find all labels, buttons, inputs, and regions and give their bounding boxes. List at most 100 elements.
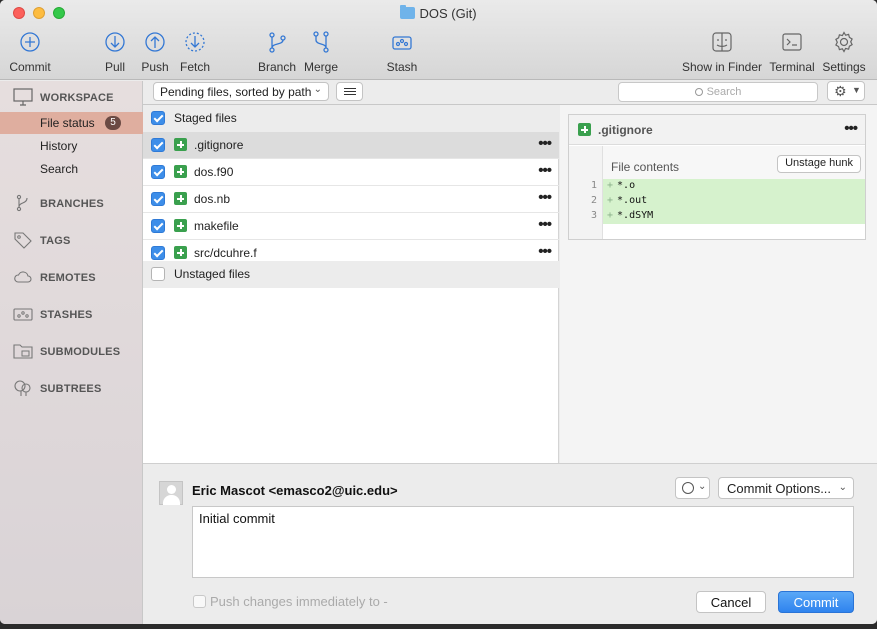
more-options-icon[interactable]: ••• [538,243,552,260]
list-view-button[interactable] [336,82,363,101]
added-file-icon [174,219,187,232]
pull-toolbar-label: Pull [104,60,125,74]
finder-icon [710,30,734,54]
sidebar-tags-label: TAGS [40,235,71,247]
file-list: Staged files .gitignore ••• dos.f90 ••• … [143,105,559,463]
commit-message-input[interactable]: Initial commit [192,506,854,578]
avatar [159,481,183,505]
sidebar-section-workspace[interactable]: WORKSPACE [0,88,143,108]
sort-dropdown[interactable]: Pending files, sorted by path ⌄ [153,82,329,101]
stash-toolbar-button[interactable]: Stash [385,30,419,74]
added-file-icon [174,246,187,259]
sidebar-remotes-label: REMOTES [40,272,96,284]
push-immediately-checkbox[interactable] [193,595,206,608]
more-options-icon[interactable]: ••• [538,162,552,179]
sidebar-item-file-status[interactable]: File status 5 [0,112,143,134]
file-checkbox[interactable] [151,165,165,179]
pull-toolbar-button[interactable]: Pull [101,30,129,74]
commit-options-label: Commit Options... [727,481,832,496]
file-checkbox[interactable] [151,192,165,206]
sidebar-section-submodules[interactable]: SUBMODULES [0,342,143,362]
branch-toolbar-button[interactable]: Branch [257,30,297,74]
more-options-icon[interactable]: ••• [538,189,552,206]
merge-toolbar-button[interactable]: Merge [302,30,340,74]
sidebar-section-tags[interactable]: TAGS [0,231,143,251]
staged-files-header[interactable]: Staged files [143,105,559,132]
sidebar-item-label: Search [40,162,79,176]
cancel-button[interactable]: Cancel [696,591,766,613]
file-checkbox[interactable] [151,219,165,233]
terminal-icon [780,30,804,54]
terminal-label: Terminal [769,60,815,74]
terminal-button[interactable]: Terminal [767,30,817,74]
search-input[interactable]: Search [618,82,818,102]
commit-button[interactable]: Commit [778,591,854,613]
diff-line: 1 + *.o [569,179,865,194]
more-options-icon[interactable]: ••• [538,216,552,233]
toolbar: DOS (Git) Commit Pull Push Fetch Branch … [0,0,877,80]
chevron-down-icon: ⌄ [313,84,322,95]
line-number: 3 [590,210,597,221]
search-icon [694,88,703,96]
file-options-button[interactable]: ⚙ ▼ [827,81,865,101]
fetch-toolbar-button[interactable]: Fetch [178,30,212,74]
fetch-icon [183,30,207,54]
monitor-icon [13,88,33,106]
commit-icon [18,30,42,54]
commit-toolbar-button[interactable]: Commit [9,30,51,74]
commit-toolbar-label: Commit [9,60,51,74]
sidebar-item-history[interactable]: History [0,135,143,157]
push-immediately-option[interactable]: Push changes immediately to - [193,594,388,609]
staged-all-checkbox[interactable] [151,111,165,125]
commit-options-dropdown[interactable]: Commit Options... ⌄ [718,477,854,499]
file-name: makefile [194,219,239,233]
file-row[interactable]: makefile ••• [143,213,559,240]
sidebar-section-remotes[interactable]: REMOTES [0,268,143,288]
push-toolbar-label: Push [141,60,169,74]
stash-icon [390,30,414,54]
sidebar-section-branches[interactable]: BRANCHES [0,194,143,214]
unstaged-all-checkbox[interactable] [151,267,165,281]
sort-dropdown-label: Pending files, sorted by path [160,85,312,99]
tag-icon [13,231,33,249]
sidebar-section-subtrees[interactable]: SUBTREES [0,379,143,399]
app-window: DOS (Git) Commit Pull Push Fetch Branch … [0,0,877,624]
stash-toolbar-label: Stash [386,60,418,74]
file-row[interactable]: dos.nb ••• [143,186,559,213]
file-row[interactable]: src/dcuhre.f ••• [143,240,559,262]
line-number: 2 [590,195,597,206]
unstage-hunk-button[interactable]: Unstage hunk [777,155,861,173]
show-in-finder-button[interactable]: Show in Finder [681,30,763,74]
sidebar-item-search[interactable]: Search [0,158,143,180]
settings-label: Settings [822,60,866,74]
unstaged-files-header[interactable]: Unstaged files [143,261,559,288]
diff-line: 3 + *.dSYM [569,209,865,224]
settings-button[interactable]: Settings [820,30,868,74]
diff-text: *.out [617,195,648,206]
diff-text: *.dSYM [617,210,654,221]
sidebar: WORKSPACE File status 5 History Search B… [0,81,143,624]
commit-history-button[interactable]: ⌄ [675,477,710,499]
window-title: DOS (Git) [0,5,877,21]
diff-header: .gitignore ••• [569,115,865,145]
push-toolbar-button[interactable]: Push [140,30,170,74]
sidebar-section-stashes[interactable]: STASHES [0,305,143,325]
file-row[interactable]: .gitignore ••• [143,132,559,159]
subtree-icon [13,379,33,397]
added-file-icon [174,192,187,205]
file-checkbox[interactable] [151,246,165,260]
chevron-down-icon: ⌄ [838,482,847,493]
more-options-icon[interactable]: ••• [844,120,858,137]
gear-icon [832,30,856,54]
folder-icon [400,5,416,19]
diff-line: 2 + *.out [569,194,865,209]
sidebar-workspace-label: WORKSPACE [40,92,114,104]
file-name: dos.f90 [194,165,234,179]
file-row[interactable]: dos.f90 ••• [143,159,559,186]
diff-line-code: + *.out [603,194,865,209]
push-immediately-label: Push changes immediately to - [210,594,388,609]
fetch-toolbar-label: Fetch [179,60,210,74]
more-options-icon[interactable]: ••• [538,135,552,152]
diff-text: *.o [617,180,636,191]
file-checkbox[interactable] [151,138,165,152]
